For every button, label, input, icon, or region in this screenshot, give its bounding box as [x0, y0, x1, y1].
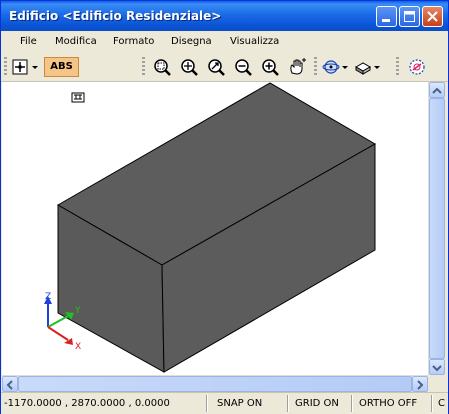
toolbar-grip[interactable] — [314, 57, 317, 77]
zoom-extents-icon — [208, 59, 225, 76]
abs-toggle-button[interactable]: ABS — [44, 57, 79, 77]
status-divider — [287, 395, 289, 412]
zoom-extents-button[interactable] — [205, 57, 227, 77]
pan-button[interactable] — [286, 57, 308, 77]
zoom-in-button[interactable] — [259, 57, 281, 77]
title-bar[interactable]: Edificio <Edificio Residenziale> — [1, 1, 448, 31]
chevron-right-icon — [417, 380, 424, 390]
menu-formato[interactable]: Formato — [113, 36, 154, 47]
shade-mode-icon — [354, 62, 380, 75]
app-window: Edificio <Edificio Residenziale> File Mo… — [0, 0, 449, 414]
status-bar: -1170.0000 , 2870.0000 , 0.0000 SNAP ON … — [1, 392, 448, 414]
axis-y-label: Y — [74, 306, 81, 316]
menu-bar: File Modifica Formato Disegna Visualizza — [1, 31, 448, 53]
minimize-icon — [382, 19, 390, 22]
maximize-icon — [404, 11, 415, 22]
toolbar-grip[interactable] — [4, 57, 7, 77]
close-icon — [427, 11, 438, 22]
drawing-viewport[interactable]: Z Y X — [2, 82, 428, 375]
menu-file[interactable]: File — [20, 36, 37, 47]
menu-modifica[interactable]: Modifica — [55, 36, 97, 47]
vertical-scroll-thumb[interactable] — [429, 98, 445, 359]
shade-mode-button[interactable] — [353, 57, 383, 77]
menu-disegna[interactable]: Disegna — [171, 36, 212, 47]
status-grid[interactable]: GRID ON — [295, 396, 339, 411]
zoom-realtime-icon — [181, 59, 198, 76]
maximize-button[interactable] — [399, 6, 420, 27]
zoom-out-button[interactable] — [232, 57, 254, 77]
toolbar-grip[interactable] — [396, 57, 399, 77]
axis-z-label: Z — [45, 292, 51, 302]
chevron-up-icon — [432, 87, 442, 94]
viewport-svg: Z Y X — [44, 82, 377, 373]
zoom-realtime-button[interactable] — [178, 57, 200, 77]
scroll-right-button[interactable] — [412, 376, 428, 392]
snap-point-icon — [12, 59, 38, 75]
scroll-left-button[interactable] — [2, 376, 18, 392]
chevron-left-icon — [6, 380, 13, 390]
toolbar: ABS — [1, 53, 448, 82]
status-snap[interactable]: SNAP ON — [217, 396, 262, 411]
status-coordinates: -1170.0000 , 2870.0000 , 0.0000 — [4, 398, 170, 409]
snap-point-button[interactable] — [11, 57, 41, 77]
scroll-down-button[interactable] — [429, 359, 445, 375]
orbit-view-icon — [322, 60, 348, 74]
vertical-scrollbar[interactable] — [428, 82, 445, 375]
horizontal-scroll-thumb[interactable] — [18, 376, 412, 392]
scroll-up-button[interactable] — [429, 82, 445, 98]
render-button[interactable] — [405, 57, 429, 77]
zoom-window-button[interactable] — [151, 57, 173, 77]
render-icon — [409, 59, 425, 75]
menu-visualizza[interactable]: Visualizza — [230, 36, 279, 47]
orbit-view-button[interactable] — [321, 57, 351, 77]
chevron-down-icon — [432, 365, 442, 372]
status-extra[interactable]: C — [438, 396, 445, 411]
horizontal-scrollbar[interactable] — [2, 375, 428, 392]
ucs-origin-icon — [71, 92, 85, 103]
status-divider — [351, 395, 353, 412]
zoom-out-icon — [235, 59, 252, 76]
close-button[interactable] — [422, 6, 443, 27]
status-ortho[interactable]: ORTHO OFF — [359, 396, 417, 411]
status-divider — [431, 395, 433, 412]
box-solid[interactable] — [56, 82, 377, 373]
window-title: Edificio <Edificio Residenziale> — [9, 9, 222, 23]
minimize-button[interactable] — [376, 6, 397, 27]
axis-x-label: X — [75, 342, 81, 352]
status-divider — [206, 395, 208, 412]
zoom-in-icon — [262, 59, 279, 76]
pan-icon — [290, 58, 306, 75]
toolbar-grip[interactable] — [142, 57, 145, 77]
zoom-window-icon — [154, 59, 171, 76]
